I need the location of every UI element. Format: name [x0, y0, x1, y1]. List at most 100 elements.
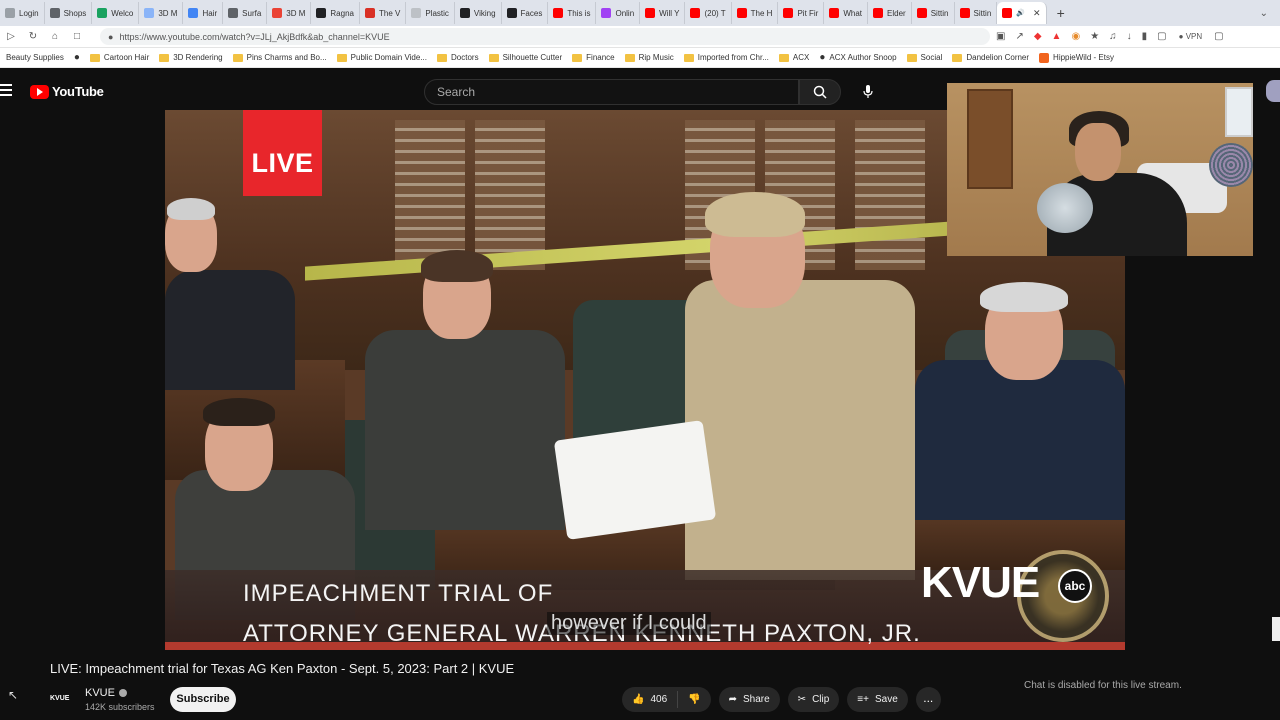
bookmark-item[interactable]: ●	[74, 52, 80, 63]
browser-tab[interactable]: Will Y	[640, 2, 686, 24]
new-tab-button[interactable]: +	[1047, 5, 1075, 21]
tab-label: Plastic	[425, 8, 449, 18]
browser-tab[interactable]: Sittin	[955, 2, 998, 24]
youtube-wordmark: YouTube	[52, 84, 104, 99]
bookmark-item[interactable]: 3D Rendering	[159, 53, 223, 62]
browser-tab[interactable]: 3D M	[267, 2, 312, 24]
browser-tab[interactable]: 3D M	[139, 2, 184, 24]
sidebar-icon[interactable]: ▮	[1142, 31, 1148, 42]
clip-button[interactable]: ✂ Clip	[787, 687, 840, 712]
subscribe-button[interactable]: Subscribe	[170, 687, 236, 712]
folder-icon	[778, 53, 789, 62]
tab-label: The H	[750, 8, 773, 18]
like-count: 406	[650, 694, 668, 705]
channel-avatar[interactable]: KVUE	[50, 692, 76, 706]
profile-icon[interactable]: ▢	[1214, 31, 1223, 42]
search-button[interactable]	[799, 79, 841, 105]
voice-search-button[interactable]	[856, 80, 880, 104]
scroll-edge-marker[interactable]	[1272, 617, 1280, 641]
browser-tab[interactable]: Surfa	[223, 2, 268, 24]
share-page-icon[interactable]: ↗	[1015, 31, 1023, 42]
like-button[interactable]: 👍 406	[622, 691, 679, 708]
bookmark-item[interactable]: Pins Charms and Bo...	[232, 53, 327, 62]
browser-tab-active[interactable]: 🔊 ✕	[997, 2, 1047, 24]
reload-icon[interactable]: ↻	[22, 31, 44, 42]
rewards-icon[interactable]: ▲	[1052, 31, 1062, 42]
youtube-logo[interactable]: YouTube	[30, 84, 104, 99]
menu-icon[interactable]	[0, 84, 12, 99]
more-actions-button[interactable]: ...	[915, 687, 941, 712]
browser-tab[interactable]: Elder	[868, 2, 912, 24]
bookmark-item[interactable]: Beauty Supplies	[6, 53, 64, 62]
address-bar[interactable]: ● https://www.youtube.com/watch?v=JLj_Ak…	[100, 28, 990, 45]
browser-tab[interactable]: Login	[0, 2, 45, 24]
video-scene-person-hair	[421, 250, 493, 282]
video-scene-person-hair	[203, 398, 275, 426]
audio-playing-icon[interactable]: 🔊	[1016, 9, 1025, 17]
bookmark-item[interactable]: ACX	[778, 53, 809, 62]
bookmark-item[interactable]: Dandelion Corner	[952, 53, 1029, 62]
bookmark-item[interactable]: Finance	[572, 53, 615, 62]
screen-icon[interactable]: ▣	[996, 31, 1005, 42]
closed-caption: however if I could	[547, 612, 711, 635]
browser-tab[interactable]: Pit Fir	[778, 2, 825, 24]
browser-tab[interactable]: Onlin	[596, 2, 641, 24]
bookmark-item[interactable]: Public Domain Vide...	[336, 53, 427, 62]
browser-tab[interactable]: The H	[732, 2, 779, 24]
back-icon[interactable]: ▷	[0, 31, 22, 42]
video-scene-shutter	[855, 120, 925, 270]
tab-list-chevron-icon[interactable]: ⌄	[1248, 8, 1280, 19]
browser-tab[interactable]: The V	[360, 2, 407, 24]
bookmark-item[interactable]: Silhouette Cutter	[488, 53, 562, 62]
close-tab-icon[interactable]: ✕	[1033, 8, 1041, 19]
chat-disabled-notice: Chat is disabled for this live stream.	[1024, 680, 1182, 691]
extensions-icon[interactable]: ★	[1090, 31, 1099, 42]
dislike-button[interactable]: 👎	[678, 694, 710, 705]
globe-icon: ●	[819, 52, 826, 63]
tab-favicon-icon	[144, 8, 155, 18]
bookmark-item[interactable]: ● ACX Author Snoop	[819, 52, 896, 63]
vpn-button[interactable]: ● VPN	[1177, 32, 1205, 41]
browser-tab[interactable]: What	[824, 2, 869, 24]
bookmarks-bar: Beauty Supplies ● Cartoon Hair 3D Rendering…	[0, 48, 1280, 68]
tab-label: The V	[378, 8, 401, 18]
browser-tab[interactable]: This is	[548, 2, 597, 24]
bookmark-item[interactable]: HippieWild - Etsy	[1039, 52, 1114, 63]
home-icon[interactable]: ⌂	[44, 31, 66, 42]
account-avatar[interactable]	[1266, 80, 1280, 102]
bookmark-item[interactable]: Rip Music	[624, 53, 674, 62]
tab-favicon-icon	[553, 8, 564, 18]
browser-tab[interactable]: Ragna	[311, 2, 360, 24]
bookmark-label: HippieWild - Etsy	[1053, 53, 1114, 62]
bookmark-item[interactable]: Cartoon Hair	[89, 53, 149, 62]
browser-tab[interactable]: Shops	[45, 2, 93, 24]
bookmark-icon[interactable]: □	[66, 31, 88, 42]
browser-tab[interactable]: (20) T	[685, 2, 732, 24]
search-input[interactable]: Search	[424, 79, 799, 105]
browser-tab[interactable]: Hair	[183, 2, 224, 24]
shield-icon[interactable]: ◆	[1034, 31, 1042, 42]
bookmark-label: 3D Rendering	[173, 53, 223, 62]
browser-tab[interactable]: Welco	[92, 2, 140, 24]
browser-tab[interactable]: Plastic	[406, 2, 455, 24]
save-button[interactable]: ≡+ Save	[847, 687, 908, 712]
tab-label: Shops	[63, 8, 87, 18]
download-icon[interactable]: ↓	[1127, 31, 1132, 42]
browser-toolbar: ▷ ↻ ⌂ □ ● https://www.youtube.com/watch?…	[0, 26, 1280, 48]
bookmark-item[interactable]: Social	[906, 53, 942, 62]
browser-tab[interactable]: Sittin	[912, 2, 955, 24]
channel-name-link[interactable]: KVUE	[85, 687, 127, 699]
bookmark-item[interactable]: Imported from Chr...	[683, 53, 769, 62]
tab-favicon-icon	[364, 8, 375, 18]
fox-icon[interactable]: ◉	[1071, 31, 1080, 42]
browser-tab[interactable]: Viking	[455, 2, 502, 24]
music-icon[interactable]: ♫	[1109, 31, 1117, 42]
youtube-play-icon	[30, 84, 49, 99]
bookmark-label: ACX Author Snoop	[829, 53, 897, 62]
tab-favicon-icon	[316, 8, 327, 18]
share-button[interactable]: ➦ Share	[718, 687, 780, 712]
wallet-icon[interactable]: ▢	[1157, 31, 1166, 42]
tab-label: Will Y	[659, 8, 680, 18]
bookmark-item[interactable]: Doctors	[437, 53, 479, 62]
browser-tab[interactable]: Faces	[502, 2, 549, 24]
